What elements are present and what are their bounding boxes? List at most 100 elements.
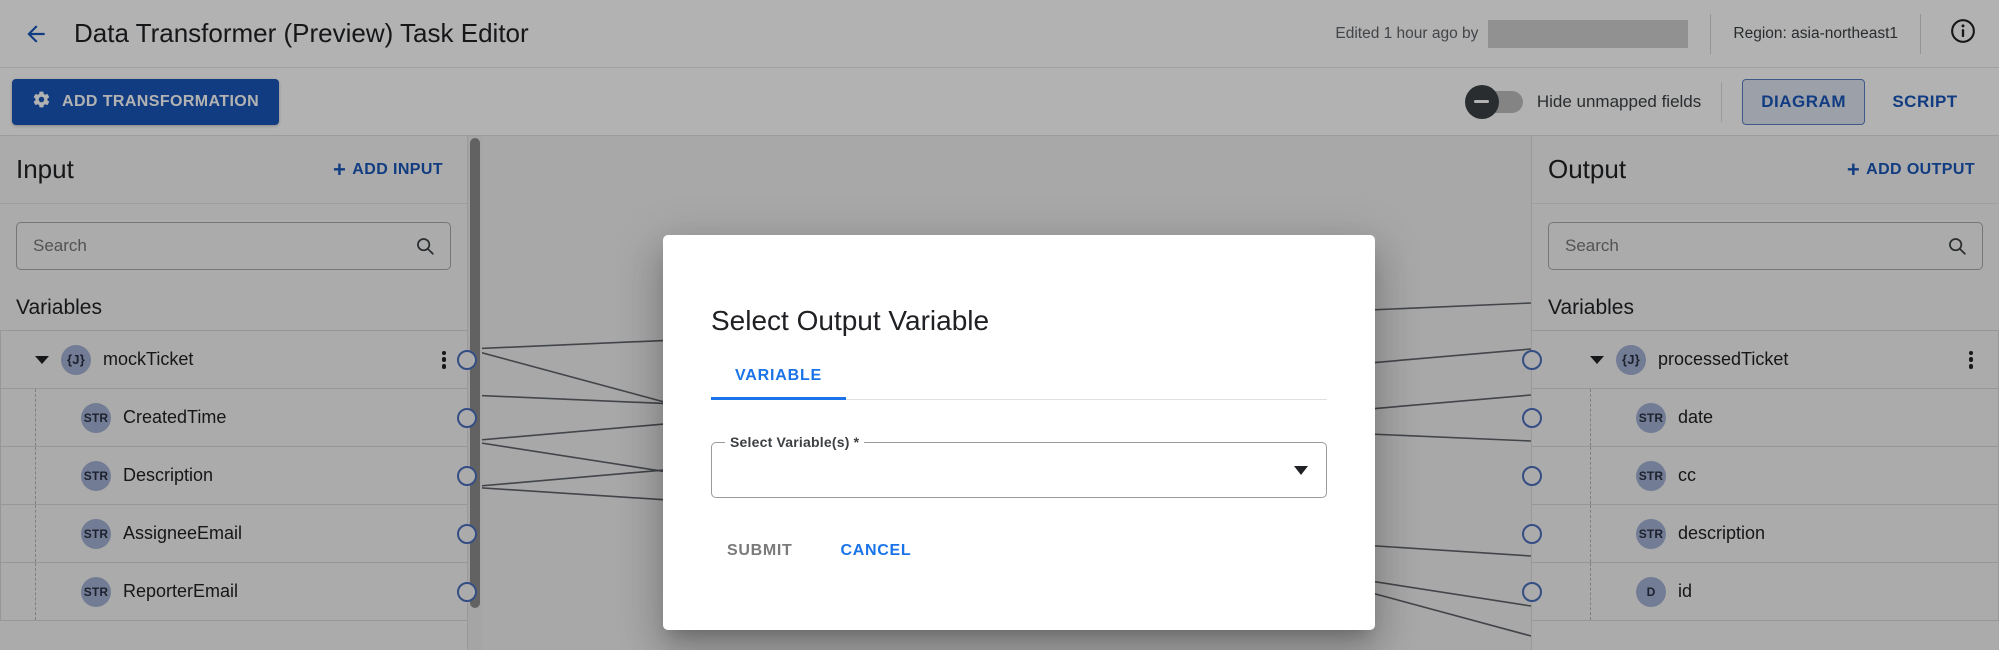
output-port[interactable] <box>457 408 477 428</box>
variable-name: processedTicket <box>1658 349 1788 370</box>
select-variables-dropdown[interactable]: Select Variable(s) * <box>711 442 1327 498</box>
select-output-variable-dialog: Select Output Variable VARIABLE Select V… <box>663 235 1375 630</box>
row-menu-button[interactable] <box>1960 348 1982 372</box>
input-search-wrap <box>0 204 467 270</box>
output-search-field[interactable] <box>1549 223 1982 269</box>
row-menu-button[interactable] <box>433 348 455 372</box>
toolbar-divider <box>1721 82 1722 122</box>
canvas-scrollbar-track[interactable] <box>468 136 482 650</box>
plus-icon: + <box>1847 159 1860 181</box>
type-badge-string: STR <box>81 461 111 491</box>
hide-unmapped-fields-label: Hide unmapped fields <box>1537 92 1701 112</box>
table-row[interactable]: STR date <box>1532 389 1999 447</box>
toggle-knob-indeterminate-icon <box>1465 85 1499 119</box>
appbar-divider-1 <box>1710 14 1711 54</box>
editor-name-redacted <box>1488 20 1688 48</box>
variable-name: mockTicket <box>103 349 193 370</box>
cancel-button[interactable]: CANCEL <box>825 532 928 570</box>
variable-name: description <box>1678 523 1765 544</box>
search-icon <box>414 235 436 257</box>
hide-unmapped-fields-toggle[interactable]: Hide unmapped fields <box>1467 91 1701 113</box>
expand-caret-icon[interactable] <box>35 356 49 364</box>
output-port[interactable] <box>457 466 477 486</box>
plus-icon: + <box>333 159 346 181</box>
add-input-button[interactable]: + ADD INPUT <box>333 159 443 181</box>
input-port[interactable] <box>1522 350 1542 370</box>
arrow-left-icon <box>23 21 49 47</box>
gear-icon <box>32 90 51 114</box>
type-badge-string: STR <box>1636 519 1666 549</box>
output-panel-title: Output <box>1548 154 1626 185</box>
input-port[interactable] <box>1522 408 1542 428</box>
input-variables-table: {J} mockTicket STR CreatedTime <box>0 330 467 621</box>
input-port[interactable] <box>1522 582 1542 602</box>
table-row[interactable]: STR AssigneeEmail <box>0 505 467 563</box>
expand-caret-icon[interactable] <box>1590 356 1604 364</box>
table-row[interactable]: STR cc <box>1532 447 1999 505</box>
input-port[interactable] <box>1522 524 1542 544</box>
add-output-label: ADD OUTPUT <box>1866 161 1975 179</box>
type-badge-string: STR <box>81 519 111 549</box>
type-badge-double: D <box>1636 577 1666 607</box>
tab-variable[interactable]: VARIABLE <box>711 367 846 399</box>
output-search-box[interactable] <box>1548 222 1983 270</box>
output-search-wrap <box>1532 204 1999 270</box>
output-port[interactable] <box>457 582 477 602</box>
add-transformation-label: ADD TRANSFORMATION <box>62 93 259 111</box>
table-row[interactable]: {J} processedTicket <box>1532 331 1999 389</box>
variable-name: AssigneeEmail <box>123 523 242 544</box>
region-label: Region: asia-northeast1 <box>1733 25 1898 43</box>
view-mode-script-button[interactable]: SCRIPT <box>1865 79 1985 125</box>
dialog-title: Select Output Variable <box>663 235 1375 337</box>
page-title: Data Transformer (Preview) Task Editor <box>74 18 529 49</box>
variable-name: ReporterEmail <box>123 581 238 602</box>
info-circle-icon <box>1949 17 1977 50</box>
input-search-box[interactable] <box>16 222 451 270</box>
add-input-label: ADD INPUT <box>352 161 443 179</box>
back-button[interactable] <box>16 14 56 54</box>
info-button[interactable] <box>1943 14 1983 54</box>
output-port[interactable] <box>457 350 477 370</box>
output-variables-label: Variables <box>1532 270 1999 330</box>
select-variables-field-wrap: Select Variable(s) * <box>711 442 1327 498</box>
editor-toolbar: ADD TRANSFORMATION Hide unmapped fields … <box>0 68 1999 136</box>
add-transformation-button[interactable]: ADD TRANSFORMATION <box>12 79 279 125</box>
input-panel-header: Input + ADD INPUT <box>0 136 467 204</box>
appbar-divider-2 <box>1920 14 1921 54</box>
view-mode-diagram-button[interactable]: DIAGRAM <box>1742 79 1865 125</box>
dialog-tab-bar: VARIABLE <box>711 367 1327 400</box>
output-variables-table: {J} processedTicket STR date <box>1532 330 1999 621</box>
type-badge-string: STR <box>1636 403 1666 433</box>
output-port[interactable] <box>457 524 477 544</box>
input-panel: Input + ADD INPUT <box>0 136 468 650</box>
table-row[interactable]: STR description <box>1532 505 1999 563</box>
variable-name: CreatedTime <box>123 407 226 428</box>
output-panel: Output + ADD OUTPUT <box>1531 136 1999 650</box>
input-panel-title: Input <box>16 154 74 185</box>
variable-name: id <box>1678 581 1692 602</box>
table-row[interactable]: STR ReporterEmail <box>0 563 467 621</box>
type-badge-json: {J} <box>61 345 91 375</box>
input-search-field[interactable] <box>17 223 450 269</box>
task-editor-app: Data Transformer (Preview) Task Editor E… <box>0 0 1999 650</box>
output-panel-header: Output + ADD OUTPUT <box>1532 136 1999 204</box>
type-badge-json: {J} <box>1616 345 1646 375</box>
add-output-button[interactable]: + ADD OUTPUT <box>1847 159 1975 181</box>
toggle-track[interactable] <box>1467 91 1523 113</box>
variable-name: Description <box>123 465 213 486</box>
select-variables-label: Select Variable(s) * <box>725 434 864 450</box>
view-mode-segmented-control: DIAGRAM SCRIPT <box>1742 79 1985 125</box>
variable-name: date <box>1678 407 1713 428</box>
dialog-actions: SUBMIT CANCEL <box>711 532 1327 570</box>
table-row[interactable]: {J} mockTicket <box>0 331 467 389</box>
input-port[interactable] <box>1522 466 1542 486</box>
chevron-down-icon <box>1294 466 1308 475</box>
type-badge-string: STR <box>81 577 111 607</box>
table-row[interactable]: STR Description <box>0 447 467 505</box>
app-bar: Data Transformer (Preview) Task Editor E… <box>0 0 1999 68</box>
type-badge-string: STR <box>1636 461 1666 491</box>
table-row[interactable]: STR CreatedTime <box>0 389 467 447</box>
table-row[interactable]: D id <box>1532 563 1999 621</box>
submit-button[interactable]: SUBMIT <box>711 532 809 570</box>
input-variables-label: Variables <box>0 270 467 330</box>
